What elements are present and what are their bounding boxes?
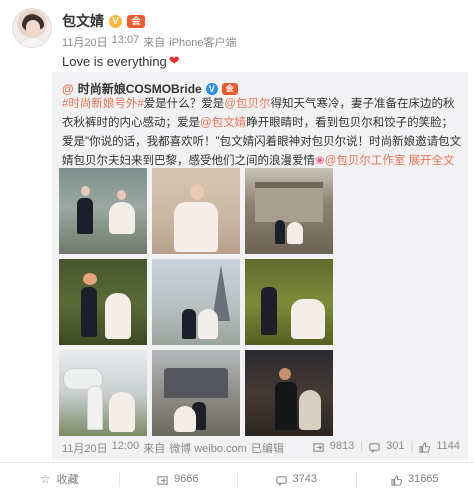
- mention-link-baobeier[interactable]: @包贝尔: [224, 98, 270, 110]
- post-meta: 11月20日 13:07 来自 iPhone客户端: [62, 34, 236, 50]
- avatar[interactable]: [12, 8, 52, 48]
- groom-figure: [275, 220, 285, 244]
- comment-button[interactable]: 3743: [237, 463, 356, 495]
- figure-head: [83, 273, 97, 285]
- figure-head: [190, 184, 204, 200]
- like-count[interactable]: 1144: [436, 440, 460, 452]
- bride-figure: [109, 392, 135, 432]
- photo-thumbnail[interactable]: [59, 259, 147, 345]
- verified-icon: V: [109, 14, 122, 28]
- forward-icon: [157, 475, 168, 485]
- forward-total: 9666: [174, 473, 199, 485]
- post-text-content: Love is everything: [62, 53, 167, 69]
- repost-author-at: @: [62, 81, 74, 96]
- divider: |: [360, 440, 364, 452]
- comment-icon[interactable]: [369, 442, 380, 453]
- bride-figure: [198, 309, 218, 339]
- figure-head: [279, 368, 291, 380]
- photo-thumbnail[interactable]: [59, 168, 147, 254]
- bride-figure: [299, 390, 321, 430]
- hashtag-link[interactable]: #时尚新娘号外#: [62, 98, 144, 110]
- flower-icon: ❀: [315, 155, 325, 167]
- repost-date[interactable]: 11月20日: [62, 440, 108, 456]
- repost-meta: 11月20日 12:00 来自 微博 weibo.com 已编辑: [62, 440, 284, 456]
- figure-head: [81, 186, 90, 196]
- like-icon[interactable]: [419, 441, 431, 453]
- action-bar: ☆ 收藏 9666 3743 31665: [0, 462, 474, 495]
- bride-figure: [287, 222, 303, 244]
- like-total: 31665: [407, 473, 439, 485]
- groom-figure: [87, 386, 103, 430]
- photo-thumbnail[interactable]: [152, 168, 240, 254]
- repost-text-part1: 爱是什么？爱是: [143, 98, 225, 110]
- bride-figure: [291, 299, 325, 339]
- groom-figure: [182, 309, 196, 339]
- weibo-card: 包文婧 V 会 11月20日 13:07 来自 iPhone客户端 Love i…: [0, 0, 474, 495]
- vip-icon: 会: [127, 14, 145, 28]
- like-button[interactable]: 31665: [355, 463, 474, 495]
- expand-full-text-link[interactable]: 展开全文: [409, 155, 455, 167]
- photo-thumbnail[interactable]: [152, 259, 240, 345]
- avatar-face: [26, 20, 40, 36]
- favorite-button[interactable]: ☆ 收藏: [0, 463, 119, 495]
- repost-stats: 9813 | 301 | 1144: [313, 440, 460, 453]
- photo-grid: [59, 168, 333, 436]
- chateau-shape: [164, 368, 228, 398]
- groom-figure: [77, 198, 93, 234]
- figure-head: [117, 190, 126, 200]
- source-prefix: 来自: [143, 37, 166, 49]
- photo-thumbnail[interactable]: [245, 259, 333, 345]
- mention-link-baowenjing[interactable]: @包文婧: [200, 117, 246, 129]
- edited-label[interactable]: 已编辑: [251, 440, 284, 456]
- bride-figure: [105, 293, 131, 339]
- bride-figure: [174, 202, 218, 252]
- groom-figure: [81, 287, 97, 337]
- groom-figure: [275, 382, 297, 430]
- post-header: 包文婧 V 会 11月20日 13:07 来自 iPhone客户端: [10, 8, 464, 50]
- post-time[interactable]: 13:07: [112, 34, 140, 50]
- mention-link-studio[interactable]: @包贝尔工作室: [325, 155, 406, 167]
- favorite-label: 收藏: [56, 474, 79, 486]
- photo-thumbnail[interactable]: [245, 350, 333, 436]
- forward-icon[interactable]: [313, 442, 324, 453]
- comment-total: 3743: [292, 473, 317, 485]
- repost-footer: 11月20日 12:00 来自 微博 weibo.com 已编辑 9813 | …: [62, 440, 460, 456]
- like-icon: [391, 474, 402, 486]
- star-icon: ☆: [39, 472, 51, 486]
- forward-count[interactable]: 9813: [330, 440, 354, 452]
- repost-time[interactable]: 12:00: [112, 440, 140, 456]
- post-date[interactable]: 11月20日: [62, 34, 108, 50]
- repost-vip-icon: 会: [221, 82, 238, 95]
- groom-figure: [261, 287, 277, 335]
- post-source[interactable]: iPhone客户端: [169, 34, 236, 50]
- comment-icon: [275, 475, 287, 486]
- repost-verified-icon: V: [205, 82, 218, 95]
- bride-figure: [109, 202, 135, 234]
- comment-count[interactable]: 301: [386, 440, 404, 452]
- author-row: 包文婧 V 会: [62, 11, 145, 31]
- photo-thumbnail[interactable]: [59, 350, 147, 436]
- bride-figure: [174, 406, 196, 432]
- palace-shape: [255, 182, 323, 222]
- photo-thumbnail[interactable]: [152, 350, 240, 436]
- repost-source-prefix: 来自: [143, 443, 166, 455]
- reposted-content: @ 时尚新娘COSMOBride V 会 #时尚新娘号外#爱是什么？爱是@包贝尔…: [52, 72, 468, 460]
- divider: |: [410, 440, 414, 452]
- photo-thumbnail[interactable]: [245, 168, 333, 254]
- forward-button[interactable]: 9666: [118, 463, 238, 495]
- author-name[interactable]: 包文婧: [62, 11, 104, 31]
- avatar-dress: [19, 37, 47, 47]
- heart-icon: ❤: [168, 53, 180, 68]
- post-text: Love is everything ❤: [62, 53, 180, 69]
- repost-source[interactable]: 微博 weibo.com: [169, 440, 247, 456]
